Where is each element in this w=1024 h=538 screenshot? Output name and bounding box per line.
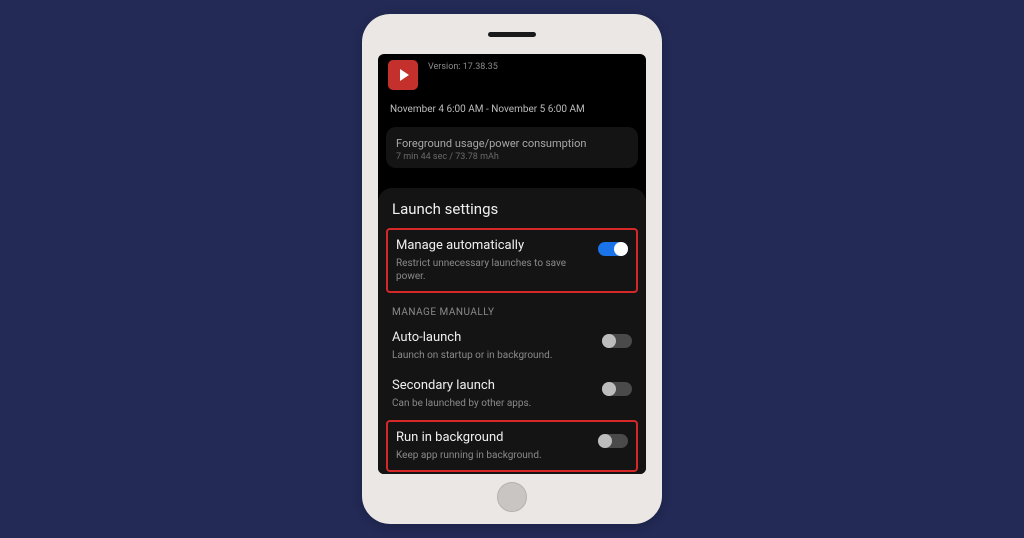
usage-subtext: 7 min 44 sec / 73.78 mAh bbox=[396, 152, 628, 162]
run-in-background-desc: Keep app running in background. bbox=[396, 449, 588, 462]
secondary-launch-label: Secondary launch bbox=[392, 378, 592, 395]
sheet-title: Launch settings bbox=[378, 200, 646, 226]
home-button[interactable] bbox=[497, 482, 527, 512]
toggle-knob-icon bbox=[614, 242, 628, 256]
secondary-launch-toggle[interactable] bbox=[602, 382, 632, 396]
manage-automatically-desc: Restrict unnecessary launches to save po… bbox=[396, 257, 588, 283]
highlight-run-in-background: Run in background Keep app running in ba… bbox=[386, 420, 638, 472]
app-version-text: Version: 17.38.35 bbox=[428, 62, 498, 72]
secondary-launch-row[interactable]: Secondary launch Can be launched by othe… bbox=[378, 370, 646, 418]
usage-panel: Foreground usage/power consumption 7 min… bbox=[386, 127, 638, 168]
screen: Version: 17.38.35 November 4 6:00 AM - N… bbox=[378, 54, 646, 474]
toggle-knob-icon bbox=[598, 434, 612, 448]
run-in-background-toggle[interactable] bbox=[598, 434, 628, 448]
manage-automatically-row[interactable]: Manage automatically Restrict unnecessar… bbox=[388, 230, 636, 291]
run-in-background-label: Run in background bbox=[396, 430, 588, 447]
run-in-background-row[interactable]: Run in background Keep app running in ba… bbox=[388, 422, 636, 470]
secondary-launch-desc: Can be launched by other apps. bbox=[392, 397, 592, 410]
toggle-knob-icon bbox=[602, 382, 616, 396]
auto-launch-desc: Launch on startup or in background. bbox=[392, 349, 592, 362]
phone-speaker bbox=[488, 32, 536, 37]
auto-launch-toggle[interactable] bbox=[602, 334, 632, 348]
launch-settings-sheet: Launch settings Manage automatically Res… bbox=[378, 188, 646, 474]
manage-automatically-label: Manage automatically bbox=[396, 238, 588, 255]
auto-launch-label: Auto-launch bbox=[392, 330, 592, 347]
manage-manually-heading: MANAGE MANUALLY bbox=[378, 295, 646, 322]
highlight-manage-automatically: Manage automatically Restrict unnecessar… bbox=[386, 228, 638, 293]
app-header: Version: 17.38.35 bbox=[378, 54, 646, 94]
usage-title: Foreground usage/power consumption bbox=[396, 137, 628, 150]
date-range-text: November 4 6:00 AM - November 5 6:00 AM bbox=[378, 94, 646, 123]
phone-frame: Version: 17.38.35 November 4 6:00 AM - N… bbox=[362, 14, 662, 524]
toggle-knob-icon bbox=[602, 334, 616, 348]
manage-automatically-toggle[interactable] bbox=[598, 242, 628, 256]
auto-launch-row[interactable]: Auto-launch Launch on startup or in back… bbox=[378, 322, 646, 370]
youtube-icon bbox=[388, 60, 418, 90]
